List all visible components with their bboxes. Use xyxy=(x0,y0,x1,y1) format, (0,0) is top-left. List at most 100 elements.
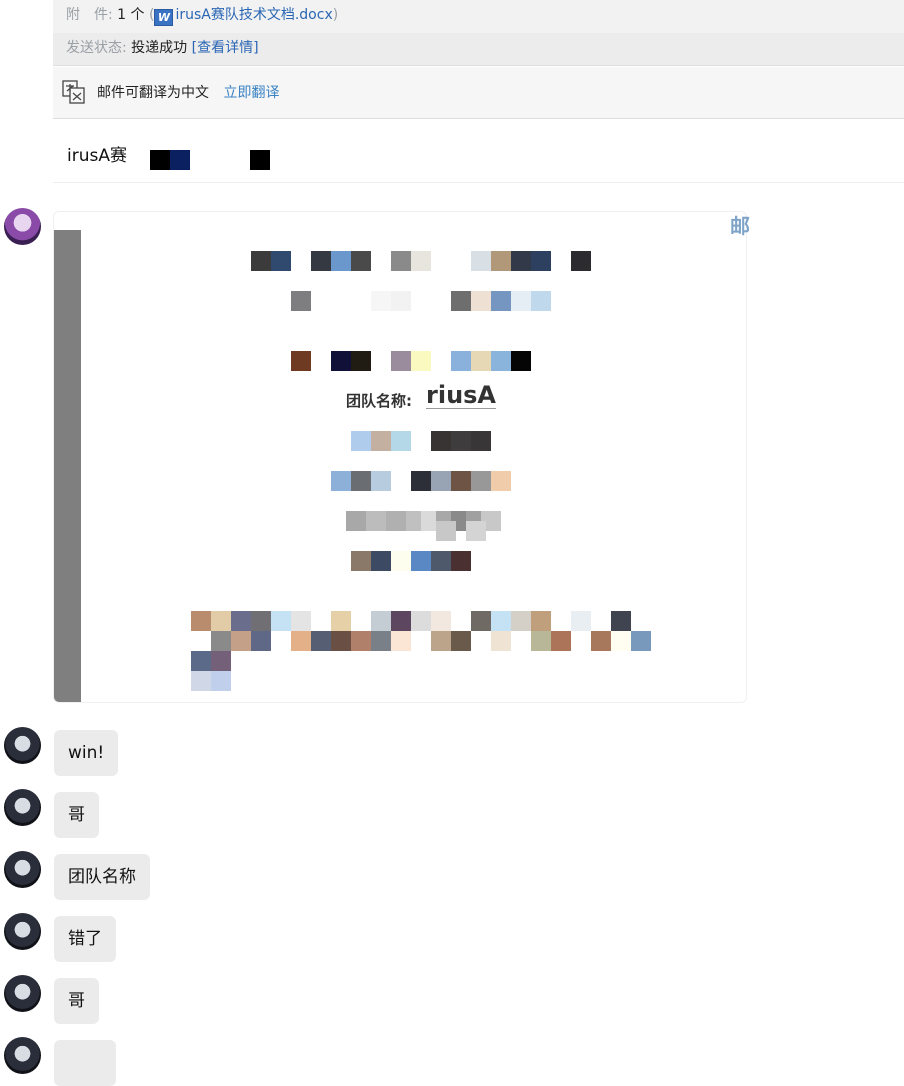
send-status-row: 发送状态: 投递成功 [查看详情] xyxy=(53,33,904,66)
pixelated-block xyxy=(351,631,371,651)
chat-message-bubble[interactable]: 哥 xyxy=(54,792,99,838)
redaction-block xyxy=(250,150,270,170)
pixelated-block xyxy=(531,611,551,631)
chat-message-bubble[interactable] xyxy=(54,1040,116,1086)
avatar[interactable] xyxy=(4,851,41,888)
pixelated-block xyxy=(291,611,311,631)
pixelated-block xyxy=(431,431,451,451)
pixelated-block xyxy=(491,351,511,371)
redaction-block xyxy=(170,150,190,170)
pixelated-block xyxy=(331,471,351,491)
pixelated-block xyxy=(451,551,471,571)
pixelated-block xyxy=(211,631,231,651)
pixelated-block xyxy=(411,351,431,371)
avatar[interactable] xyxy=(4,727,41,764)
attachment-paren-close: ) xyxy=(332,7,339,23)
pixelated-block xyxy=(611,631,631,651)
pixelated-block xyxy=(466,521,486,541)
pixelated-block xyxy=(451,471,471,491)
pixelated-block xyxy=(251,631,271,651)
pixelated-block xyxy=(431,611,451,631)
pixelated-block xyxy=(251,611,271,631)
pixelated-block xyxy=(371,431,391,451)
pixelated-block xyxy=(291,351,311,371)
avatar[interactable] xyxy=(4,913,41,950)
pixelated-block xyxy=(531,631,551,651)
pixelated-block xyxy=(571,251,591,271)
pixelated-block xyxy=(471,471,491,491)
pixelated-block xyxy=(391,291,411,311)
attachment-file-link[interactable]: irusA赛队技术文档.docx xyxy=(175,7,332,23)
attachment-label: 附 件: xyxy=(66,7,113,23)
avatar[interactable] xyxy=(4,1037,41,1074)
pixelated-block xyxy=(491,611,511,631)
pixelated-block xyxy=(371,631,391,651)
pixelated-block xyxy=(291,631,311,651)
chat-message-bubble[interactable]: 错了 xyxy=(54,916,116,962)
pixelated-block xyxy=(346,511,366,531)
pixelated-block xyxy=(351,431,371,451)
avatar[interactable] xyxy=(4,208,41,245)
pixelated-block xyxy=(391,251,411,271)
pixelated-block xyxy=(491,471,511,491)
pixelated-block xyxy=(251,251,271,271)
team-name-label: 团队名称: xyxy=(346,392,412,410)
email-card: 附 件: 1 个 (WirusA赛队技术文档.docx) 发送状态: 投递成功 … xyxy=(53,0,904,183)
pixelated-block xyxy=(511,351,531,371)
pixelated-block xyxy=(366,511,386,531)
pixelated-block xyxy=(391,611,411,631)
side-glyph: 邮 xyxy=(730,214,750,238)
pixelated-block xyxy=(391,631,411,651)
pixelated-block xyxy=(436,521,456,541)
pixelated-block xyxy=(371,471,391,491)
image-message[interactable]: 团队名称: riusA xyxy=(53,211,747,703)
chat-message-bubble[interactable]: 团队名称 xyxy=(54,854,150,900)
pixelated-block xyxy=(231,631,251,651)
pixelated-block xyxy=(591,631,611,651)
pixelated-block xyxy=(331,351,351,371)
pixelated-block xyxy=(531,251,551,271)
avatar[interactable] xyxy=(4,789,41,826)
pixelated-block xyxy=(491,631,511,651)
pixelated-block xyxy=(271,251,291,271)
pixelated-block xyxy=(211,611,231,631)
team-name-value: riusA xyxy=(426,381,497,409)
translate-row: 邮件可翻译为中文 立即翻译 xyxy=(53,67,904,119)
pixelated-block xyxy=(511,251,531,271)
pixelated-block xyxy=(511,291,531,311)
translate-icon xyxy=(62,80,85,104)
chat-message-bubble[interactable]: win! xyxy=(54,730,119,776)
chat-message-bubble[interactable]: 哥 xyxy=(54,978,99,1024)
pixelated-block xyxy=(411,551,431,571)
pixelated-block xyxy=(431,471,451,491)
pixelated-block xyxy=(311,251,331,271)
pixelated-block xyxy=(631,631,651,651)
pixelated-block xyxy=(471,611,491,631)
pixelated-block xyxy=(371,291,391,311)
avatar[interactable] xyxy=(4,975,41,1012)
pixelated-block xyxy=(431,631,451,651)
pixelated-block xyxy=(511,611,531,631)
pixelated-block xyxy=(451,291,471,311)
status-details-link[interactable]: [查看详情] xyxy=(192,40,259,56)
pixelated-block xyxy=(531,291,551,311)
pixelated-block xyxy=(451,431,471,451)
pixelated-block xyxy=(271,611,291,631)
pixelated-block xyxy=(411,471,431,491)
translate-text: 邮件可翻译为中文 xyxy=(97,85,209,101)
pixelated-block xyxy=(351,551,371,571)
translate-now-link[interactable]: 立即翻译 xyxy=(223,85,279,101)
pixelated-block xyxy=(611,611,631,631)
pixelated-block xyxy=(411,611,431,631)
status-value: 投递成功 xyxy=(131,40,188,56)
pixelated-block xyxy=(291,291,311,311)
pixelated-block xyxy=(431,551,451,571)
pixelated-block xyxy=(191,611,211,631)
pixelated-block xyxy=(351,351,371,371)
pixelated-block xyxy=(391,431,411,451)
pixelated-block xyxy=(451,351,471,371)
pixelated-block xyxy=(411,251,431,271)
pixelated-block xyxy=(351,251,371,271)
pixelated-block xyxy=(371,551,391,571)
pixelated-block xyxy=(491,251,511,271)
